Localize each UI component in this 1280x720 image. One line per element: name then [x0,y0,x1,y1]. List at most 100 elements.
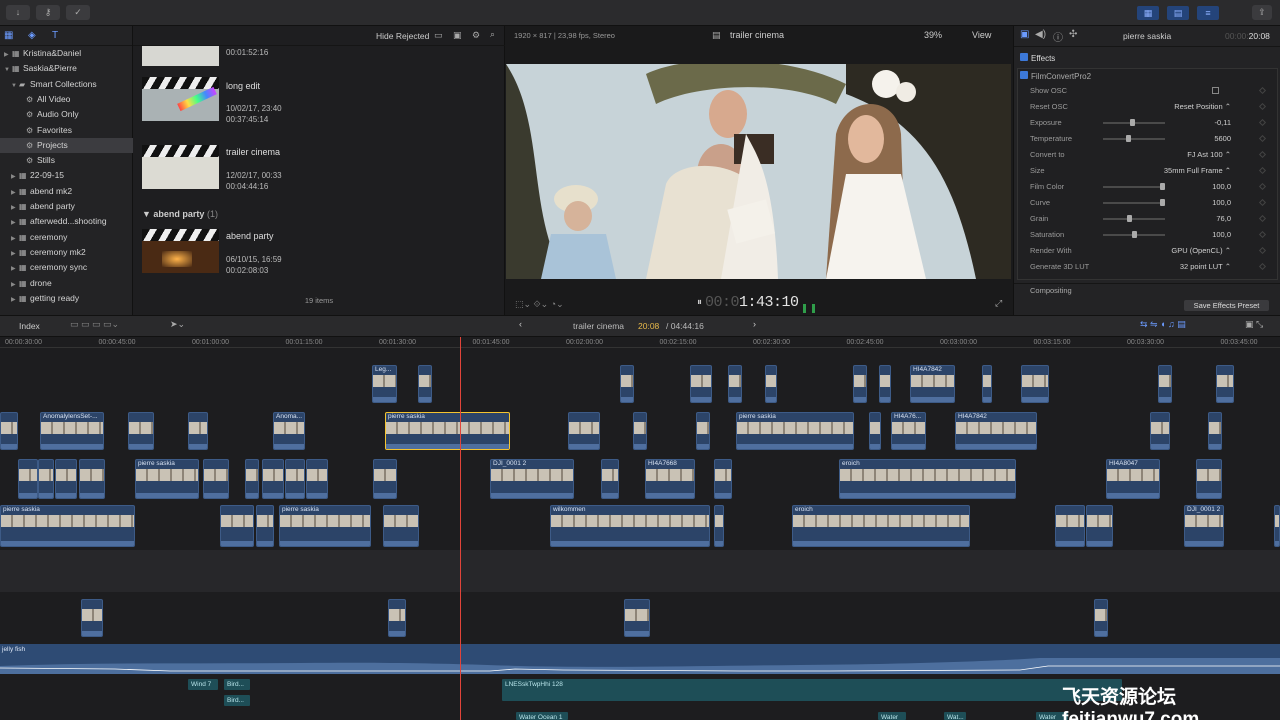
timeline-clip[interactable]: pierre saskia [0,505,135,547]
timeline-clip[interactable]: eroich [839,459,1016,499]
share-inspector-icon[interactable]: ✣ [1069,29,1077,40]
keyframe-icon[interactable] [1258,198,1267,207]
sidebar-item[interactable]: ▶ ▦ ceremony mk2 [0,245,133,260]
timeline-clip[interactable]: pierre saskia [135,459,199,499]
info-inspector-icon[interactable]: ⓘ [1053,29,1063,44]
video-inspector-icon[interactable]: ▣ [1020,29,1029,40]
param-slider[interactable] [1103,135,1165,142]
timeline-clip[interactable]: pierre saskia [279,505,371,547]
timeline-clip[interactable] [1208,412,1222,450]
background-tasks-button[interactable]: ✓ [66,5,90,20]
timeline-clip[interactable] [18,459,38,499]
timeline-clip[interactable] [1216,365,1234,403]
audio-clip[interactable]: Wat... [944,712,966,720]
keyframe-icon[interactable] [1258,246,1267,255]
timeline-clip[interactable] [262,459,284,499]
timeline-clip[interactable] [1094,599,1108,637]
timeline-clip[interactable] [879,365,891,403]
show-timeline-button[interactable]: ▤ [1167,6,1189,20]
timeline-clip[interactable]: HI4A7842 [910,365,955,403]
param-slider[interactable] [1103,119,1165,126]
fullscreen-icon[interactable]: ⤢ [995,298,1002,309]
filmstrip-view-icon[interactable]: ▭ [434,30,443,41]
timeline-clip[interactable]: HI4A7842 [955,412,1037,450]
keyframe-icon[interactable] [1258,134,1267,143]
sidebar-item[interactable]: ▶ ▦ 22-09-15 [0,168,133,183]
param-slider[interactable] [1103,199,1165,206]
timeline-clip[interactable] [696,412,710,450]
timeline-clip[interactable] [245,459,259,499]
timeline-clip[interactable] [601,459,619,499]
timeline-clip[interactable] [714,505,724,547]
audio-clip[interactable]: Water O... [878,712,906,720]
timeline-clip[interactable]: Anoma... [273,412,305,450]
sidebar-item[interactable]: ▶ ▦ abend mk2 [0,184,133,199]
timeline-clip[interactable] [1150,412,1170,450]
sidebar-item[interactable]: ▶ ▦ ceremony sync [0,260,133,275]
sidebar-item[interactable]: ⚙ All Video [0,92,133,107]
sidebar-item[interactable]: ▶ ▦ ceremony [0,230,133,245]
disclosure-triangle-icon[interactable]: ▶ [11,293,19,308]
timeline-clip[interactable] [418,365,432,403]
timeline-clip[interactable] [1055,505,1085,547]
search-icon[interactable]: ⌕ [490,29,495,40]
time-ruler[interactable]: 00:00:30:00 00:00:45:00 00:01:00:00 00:01:1… [0,337,1280,348]
timeline-clip[interactable] [0,412,18,450]
keyframe-icon[interactable] [1258,102,1267,111]
timeline-clip[interactable] [690,365,712,403]
keyframe-icon[interactable] [1258,86,1267,95]
timeline-clip[interactable]: HI4A7668 [645,459,695,499]
timeline-clip[interactable] [79,459,105,499]
timeline-clip[interactable] [620,365,634,403]
timeline-clip[interactable] [728,365,742,403]
hide-rejected-dropdown[interactable]: Hide Rejected [376,31,429,41]
list-view-icon[interactable]: ▣ [453,30,462,41]
libraries-icon[interactable]: ▦ [4,30,22,41]
audio-clip[interactable]: Wind 7 [188,679,218,690]
sidebar-item[interactable]: ▶ ▦ Kristina&Daniel [0,46,133,61]
photos-icon[interactable]: ◈ [28,30,46,41]
timeline-clip[interactable] [55,459,77,499]
timeline-clip[interactable] [220,505,254,547]
audio-inspector-icon[interactable]: ◀) [1035,29,1046,40]
plugin-header[interactable]: FilmConvertPro2 [1020,71,1091,81]
timeline-clip[interactable] [256,505,274,547]
keyframe-icon[interactable] [1258,166,1267,175]
timeline-clip[interactable] [373,459,397,499]
timeline-clip[interactable] [633,412,647,450]
timeline-clip[interactable] [568,412,600,450]
param-slider[interactable] [1103,183,1165,190]
view-dropdown[interactable]: View [972,30,991,40]
keyframe-icon[interactable] [1258,214,1267,223]
sidebar-item[interactable]: ▶ ▦ getting ready [0,291,133,306]
param-checkbox[interactable] [1212,87,1219,94]
back-arrow-icon[interactable]: ‹ [519,319,522,329]
transform-icon[interactable]: ⬚⌄ ⟐⌄ ◔⌄ [515,299,564,310]
playhead[interactable] [460,337,461,720]
timeline-clip[interactable]: DJI_0001 2 [1184,505,1224,547]
select-tool-icon[interactable]: ➤⌄ [170,319,185,330]
timeline-clip[interactable]: AnomalylensSet-... [40,412,104,450]
timeline-clip[interactable] [383,505,419,547]
timeline-clip[interactable] [306,459,328,499]
audio-clip[interactable]: LNESskTwpHhi 128 [502,679,1122,701]
param-value[interactable]: 32 point LUT ⌃ [1180,260,1231,274]
timeline[interactable]: 00:00:30:00 00:00:45:00 00:01:00:00 00:01:1… [0,337,1280,720]
clip-thumbnail[interactable] [142,77,219,121]
param-value[interactable]: 35mm Full Frame ⌃ [1164,164,1231,178]
audio-clip[interactable]: Bird... [224,695,250,706]
selected-clip[interactable]: pierre saskia [385,412,510,450]
timeline-clip[interactable] [853,365,867,403]
timeline-clip[interactable] [624,599,650,637]
save-effects-preset-button[interactable]: Save Effects Preset [1184,300,1269,311]
titles-icon[interactable]: T [52,30,70,41]
keywords-button[interactable]: ⚷ [36,5,60,20]
timeline-clip[interactable] [388,599,406,637]
import-button[interactable]: ↓ [6,5,30,20]
timeline-clip[interactable] [203,459,229,499]
timeline-clip[interactable]: HI4A76... [891,412,926,450]
clip-thumbnail[interactable] [142,46,219,66]
sidebar-item[interactable]: ⚙ Stills [0,153,133,168]
timeline-clip[interactable] [765,365,777,403]
timeline-clip[interactable] [1086,505,1113,547]
